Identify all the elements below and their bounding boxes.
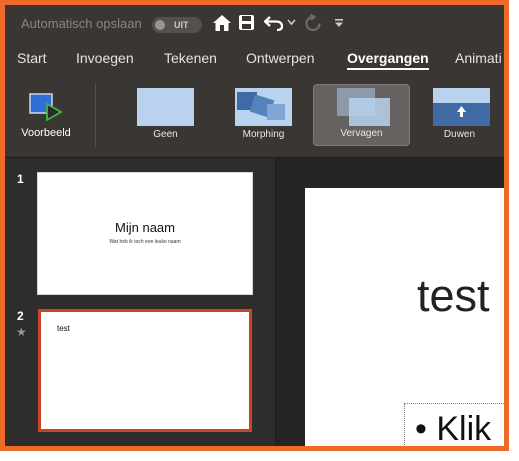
- slide-2-star-icon: ★: [16, 325, 27, 339]
- save-icon[interactable]: [238, 14, 255, 31]
- powerpoint-window: Automatisch opslaan UIT Start Invoegen T…: [5, 5, 504, 446]
- transition-fade-thumbnail: [337, 88, 390, 126]
- ribbon-divider: [95, 83, 96, 147]
- preview-button[interactable]: Voorbeeld: [5, 75, 91, 157]
- slide-1-subtitle: Wat heb ik toch een leuke naam: [109, 239, 181, 245]
- tab-draw[interactable]: Tekenen: [164, 42, 217, 75]
- content-placeholder-text: • Klik: [415, 410, 491, 446]
- slide-number-1: 1: [17, 172, 24, 186]
- autosave-toggle[interactable]: UIT: [152, 17, 202, 33]
- transition-push[interactable]: Duwen: [411, 84, 504, 146]
- slide-canvas[interactable]: test • Klik: [305, 188, 504, 446]
- tab-insert[interactable]: Invoegen: [76, 42, 134, 75]
- preview-icon: [29, 93, 63, 122]
- slide-thumbnail-1[interactable]: Mijn naam Wat heb ik toch een leuke naam: [37, 172, 253, 295]
- tab-animations[interactable]: Animati: [455, 42, 502, 75]
- orange-frame: Automatisch opslaan UIT Start Invoegen T…: [0, 0, 509, 451]
- transition-fade-label: Vervagen: [340, 128, 383, 139]
- home-icon[interactable]: [212, 14, 232, 32]
- bullet-symbol: •: [415, 410, 427, 446]
- title-bar: Automatisch opslaan UIT: [5, 5, 504, 42]
- slide-editor: test • Klik: [276, 158, 504, 446]
- undo-icon[interactable]: [264, 14, 284, 32]
- transitions-ribbon: Voorbeeld Geen Morphing Vervagen Duwen: [5, 75, 504, 158]
- tab-design[interactable]: Ontwerpen: [246, 42, 314, 75]
- transition-morph-thumbnail: [235, 88, 292, 126]
- transition-none-thumbnail: [137, 88, 194, 126]
- transition-morph[interactable]: Morphing: [215, 84, 312, 146]
- tab-start[interactable]: Start: [17, 42, 47, 75]
- transition-morph-label: Morphing: [242, 129, 285, 140]
- autosave-label: Automatisch opslaan: [21, 16, 142, 31]
- slide-2-title: test: [57, 324, 70, 333]
- tab-transitions[interactable]: Overgangen: [347, 42, 429, 75]
- preview-label: Voorbeeld: [21, 127, 71, 139]
- autosave-toggle-knob: [155, 20, 165, 30]
- slide-number-2: 2: [17, 309, 24, 323]
- slide-thumbnail-2[interactable]: test: [38, 309, 252, 432]
- redo-icon[interactable]: [303, 14, 323, 32]
- slide-1-title: Mijn naam: [115, 220, 175, 235]
- chevron-down-icon[interactable]: [287, 19, 296, 26]
- customize-toolbar-icon[interactable]: [334, 18, 344, 28]
- transition-none[interactable]: Geen: [117, 84, 214, 146]
- slide-title-text[interactable]: test: [417, 270, 490, 322]
- autosave-state: UIT: [174, 20, 189, 30]
- transition-none-label: Geen: [153, 129, 178, 140]
- transition-push-thumbnail: [433, 88, 490, 126]
- transition-push-label: Duwen: [443, 129, 476, 140]
- ribbon-tabs: Start Invoegen Tekenen Ontwerpen Overgan…: [5, 42, 504, 75]
- bullet-text: Klik: [436, 410, 492, 446]
- slide-thumbnails-pane: 1 Mijn naam Wat heb ik toch een leuke na…: [5, 158, 276, 446]
- transition-fade[interactable]: Vervagen: [313, 84, 410, 146]
